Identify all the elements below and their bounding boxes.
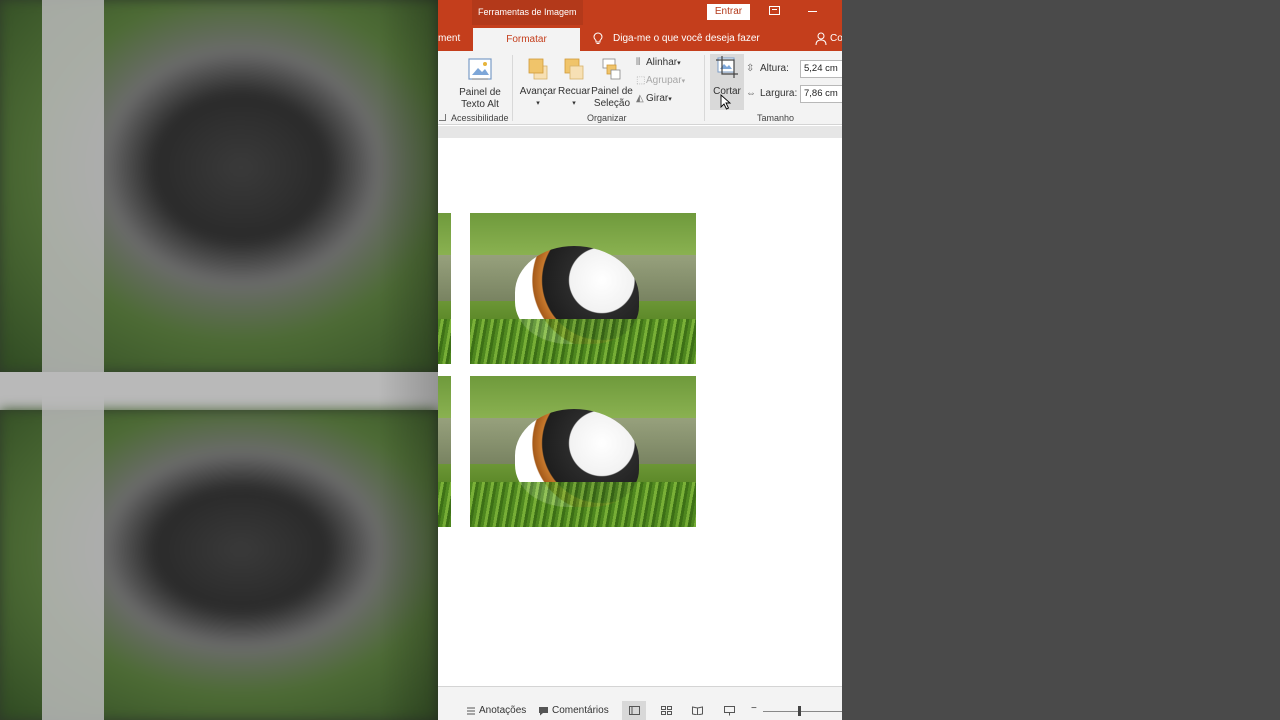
photo-wall xyxy=(438,418,451,464)
photo-grass xyxy=(470,318,696,364)
group-label: Agrupar xyxy=(646,75,682,86)
blurred-background xyxy=(0,0,438,720)
group-button[interactable]: ⬚Agrupar▾ xyxy=(636,74,685,89)
zoom-slider-track[interactable] xyxy=(763,711,842,712)
status-bar: Anotações Comentários − xyxy=(438,686,842,720)
reading-view-icon[interactable] xyxy=(692,706,703,715)
send-backward-label: Recuar xyxy=(558,86,591,97)
tell-me-search[interactable]: Diga-me o que você deseja fazer xyxy=(613,27,760,51)
send-backward-icon xyxy=(564,58,584,80)
height-input[interactable]: 5,24 cm xyxy=(800,60,842,78)
guinea-pig-picture-bottom[interactable] xyxy=(470,376,696,527)
slideshow-icon[interactable] xyxy=(724,706,735,716)
slide-canvas[interactable] xyxy=(438,138,842,686)
comments-icon xyxy=(539,707,548,716)
selection-pane-button[interactable]: Painel de Seleção xyxy=(591,56,633,110)
group-label-accessibility: Acessibilidade xyxy=(451,113,509,123)
alt-text-pane-button[interactable]: Painel de Texto Alt xyxy=(456,57,504,111)
photo-grass xyxy=(438,318,451,364)
rotate-label: Girar xyxy=(646,93,669,104)
minimize-icon[interactable] xyxy=(808,11,817,12)
notes-button[interactable]: Anotações xyxy=(479,705,526,717)
ribbon-separator xyxy=(512,55,513,121)
chevron-down-icon: ▾ xyxy=(668,96,672,103)
chevron-down-icon: ▾ xyxy=(677,60,681,67)
group-icon: ⬚ xyxy=(636,75,646,86)
tab-formatar[interactable]: Formatar xyxy=(473,28,580,51)
chevron-down-icon: ▾ xyxy=(536,100,540,107)
align-button[interactable]: ⫴ Alinhar▾ xyxy=(636,56,681,71)
selection-pane-icon xyxy=(602,58,621,80)
alt-text-label-1: Painel de xyxy=(459,87,501,98)
group-label-arrange: Organizar xyxy=(587,113,627,123)
powerpoint-window: Ferramentas de Imagem Entrar ment Format… xyxy=(438,0,842,720)
dialog-launcher-icon[interactable] xyxy=(439,114,446,121)
width-icon: ⇔ xyxy=(746,88,756,99)
bring-forward-label: Avançar xyxy=(519,86,557,97)
height-icon: ⇳ xyxy=(746,63,755,74)
comments-button[interactable]: Comentários xyxy=(552,705,609,717)
blurred-shadow xyxy=(378,0,438,720)
guinea-pig-picture-top[interactable] xyxy=(470,213,696,364)
selection-pane-label-2: Seleção xyxy=(593,98,631,109)
rotate-button[interactable]: ◭ Girar▾ xyxy=(636,92,672,107)
chevron-down-icon: ▾ xyxy=(572,100,576,107)
picture-partial-top[interactable] xyxy=(438,213,451,364)
slide-sorter-icon[interactable] xyxy=(661,706,672,715)
picture-tools-label: Ferramentas de Imagem xyxy=(472,0,583,25)
crop-icon xyxy=(716,56,738,78)
ribbon-separator xyxy=(704,55,705,121)
notes-icon xyxy=(467,707,475,715)
zoom-out-icon[interactable]: − xyxy=(751,703,757,715)
title-bar: Ferramentas de Imagem Entrar xyxy=(438,0,842,27)
align-icon: ⫴ xyxy=(636,57,641,68)
ribbon-formatar: Painel de Texto Alt Acessibilidade Avanç… xyxy=(438,51,842,125)
width-label: Largura: xyxy=(760,88,798,99)
width-input[interactable]: 7,86 cm xyxy=(800,85,842,103)
person-icon[interactable] xyxy=(815,32,827,46)
bring-forward-button[interactable]: Avançar ▾ xyxy=(519,56,557,110)
share-button-partial[interactable]: Co xyxy=(830,27,842,51)
right-background xyxy=(842,0,1280,720)
sign-in-button[interactable]: Entrar xyxy=(707,4,750,20)
chevron-down-icon: ▾ xyxy=(681,78,686,85)
width-label-row: ⇔ Largura: xyxy=(746,87,797,101)
zoom-slider-thumb[interactable] xyxy=(798,706,801,716)
ribbon-display-icon[interactable] xyxy=(769,6,780,15)
picture-partial-bottom[interactable] xyxy=(438,376,451,527)
photo-wall xyxy=(438,255,451,301)
mouse-cursor-icon xyxy=(720,94,732,110)
align-label: Alinhar xyxy=(646,57,678,68)
ribbon-tabs: ment Formatar Diga-me o que você deseja … xyxy=(438,27,842,51)
status-inner: Anotações Comentários − xyxy=(438,701,842,720)
slide-editing-area xyxy=(438,126,842,686)
send-backward-button[interactable]: Recuar ▾ xyxy=(558,56,590,110)
alt-text-icon xyxy=(468,58,492,80)
height-label-row: ⇳ Altura: xyxy=(746,62,789,76)
selection-pane-label-1: Painel de xyxy=(591,86,633,97)
normal-view-icon[interactable] xyxy=(629,706,640,715)
photo-grass xyxy=(438,481,451,527)
bring-forward-icon xyxy=(528,58,548,80)
lightbulb-icon xyxy=(593,32,603,44)
photo-grass xyxy=(470,481,696,527)
blurred-bar xyxy=(42,0,104,720)
rotate-icon: ◭ xyxy=(636,93,644,104)
group-label-size: Tamanho xyxy=(757,113,795,123)
alt-text-label-2: Texto Alt xyxy=(461,99,499,110)
height-label: Altura: xyxy=(760,63,789,74)
tab-documento-partial[interactable]: ment xyxy=(438,27,460,51)
